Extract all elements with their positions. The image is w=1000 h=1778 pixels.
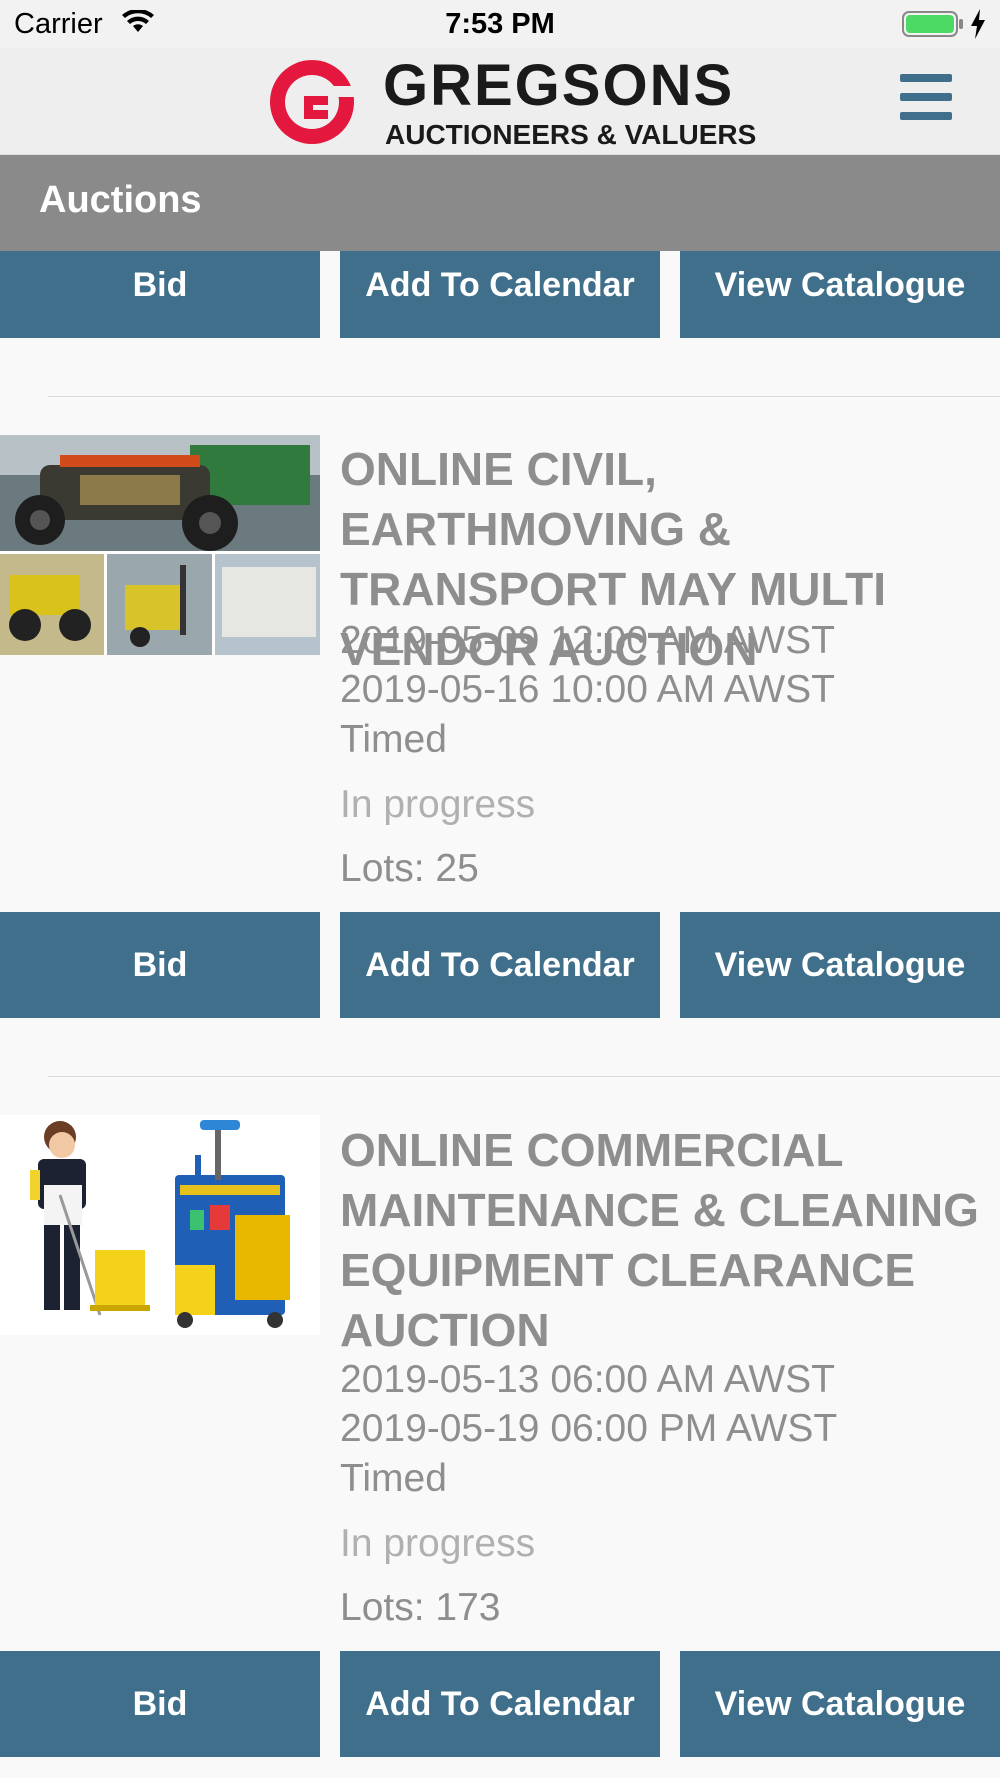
auction-thumbnail-cleaning[interactable] [0,1115,320,1335]
auction-lots-count: Lots: 25 [340,847,479,890]
view-catalogue-button[interactable]: View Catalogue [680,1651,1000,1757]
status-time: 7:53 PM [445,8,555,40]
view-catalogue-button[interactable]: View Catalogue [680,912,1000,1018]
auction-end-date: 2019-05-16 10:00 AM AWST [340,668,836,711]
page-title-overlay: Auctions [39,179,202,221]
app-header: GREGSONS AUCTIONEERS & VALUERS [0,48,1000,155]
auction-lots-count: Lots: 173 [340,1586,501,1629]
list-divider [48,396,1000,397]
auction-start-date: 2019-05-13 06:00 AM AWST [340,1358,836,1401]
battery-icon [902,11,964,42]
charging-bolt-icon [970,9,986,44]
auction-start-date: 2019-05-09 12:00 AM AWST [340,619,836,662]
list-divider [48,1076,1000,1077]
bid-button[interactable]: Bid [0,1651,320,1757]
hamburger-menu-icon[interactable] [900,74,952,120]
page-title-bar-overlay: Auctions [0,155,1000,251]
auction-type: Timed [340,718,447,761]
status-bar: Carrier 7:53 PM [0,0,1000,48]
logo-tagline: AUCTIONEERS & VALUERS [385,119,757,150]
auction-thumbnail-machinery[interactable] [0,435,320,655]
logo-name: GREGSONS [383,53,735,118]
auction-end-date: 2019-05-19 06:00 PM AWST [340,1407,838,1450]
auction-status: In progress [340,783,536,826]
auction-type: Timed [340,1457,447,1500]
add-to-calendar-button[interactable]: Add To Calendar [340,912,660,1018]
auction-status: In progress [340,1522,536,1565]
gregsons-logo-icon[interactable] [266,56,358,153]
auction-title[interactable]: ONLINE COMMERCIAL MAINTENANCE & CLEANING… [340,1120,990,1360]
add-to-calendar-button[interactable]: Add To Calendar [340,1651,660,1757]
bid-button[interactable]: Bid [0,912,320,1018]
